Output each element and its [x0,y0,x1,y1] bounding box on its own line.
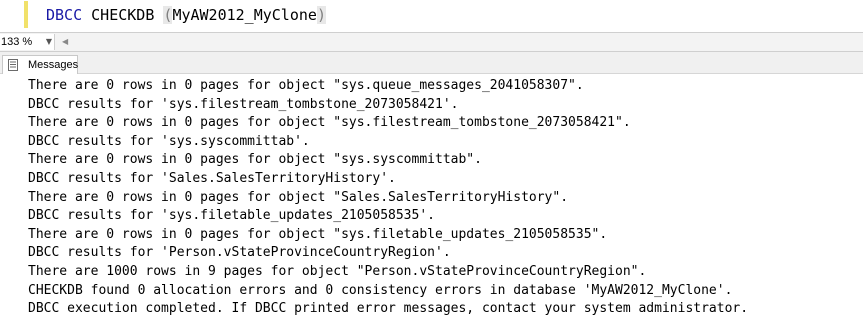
query-text[interactable]: DBCC CHECKDB (MyAW2012_MyClone) [46,5,326,25]
tab-messages[interactable]: Messages [2,55,78,74]
message-line: DBCC results for 'sys.filetable_updates_… [28,208,435,224]
message-line: There are 0 rows in 0 pages for object "… [28,78,584,93]
keyword-checkdb: CHECKDB [91,6,155,24]
message-line: DBCC results for 'sys.syscommittab'. [28,133,310,149]
zoom-value: 133 % [1,36,33,48]
message-line: DBCC results for 'sys.filestream_tombsto… [28,96,459,112]
message-line: There are 0 rows in 0 pages for object "… [28,115,631,131]
close-paren: ) [316,6,326,24]
message-line: There are 0 rows in 0 pages for object "… [28,226,608,242]
message-line: There are 1000 rows in 9 pages for objec… [28,263,647,279]
messages-document-icon [8,59,18,71]
message-list: There are 0 rows in 0 pages for object "… [28,77,748,319]
chevron-down-icon[interactable]: ▼ [44,35,54,49]
message-line: DBCC execution completed. If DBCC printe… [28,301,749,317]
message-line: DBCC results for 'Sales.SalesTerritoryHi… [28,170,396,186]
tab-messages-label: Messages [28,59,79,71]
message-line: DBCC results for 'Person.vStateProvinceC… [28,245,451,261]
query-editor[interactable]: DBCC CHECKDB (MyAW2012_MyClone) [0,0,863,32]
message-line: There are 0 rows in 0 pages for object "… [28,152,482,168]
keyword-dbcc: DBCC [46,6,83,24]
zoom-select[interactable]: 133 % ▼ [0,34,55,50]
change-marker [24,1,28,28]
messages-pane[interactable]: There are 0 rows in 0 pages for object "… [0,74,863,324]
scroll-left-icon[interactable]: ◀ [62,35,68,49]
results-tabstrip: Messages [0,52,863,74]
database-argument: MyAW2012_MyClone [172,6,317,24]
message-line: CHECKDB found 0 allocation errors and 0 … [28,282,733,298]
zoom-bar: 133 % ▼ ◀ [0,32,863,52]
message-line: There are 0 rows in 0 pages for object "… [28,189,569,205]
